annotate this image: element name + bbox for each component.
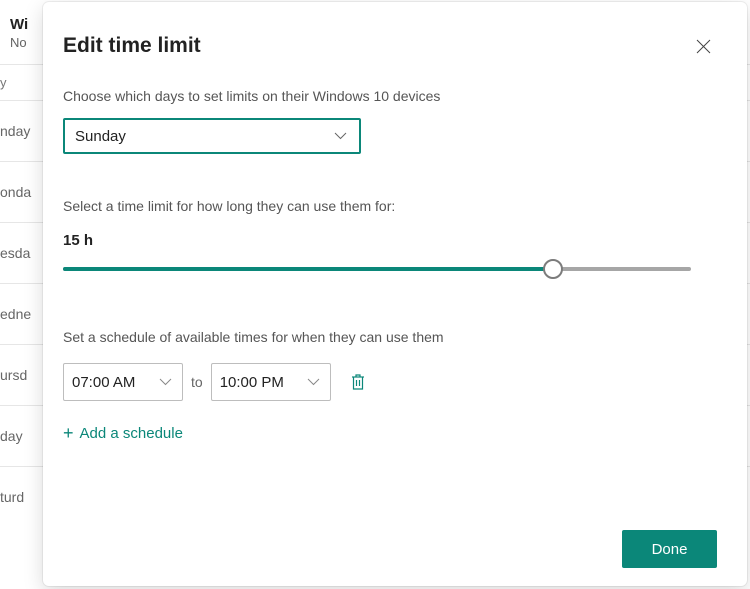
- slider-fill: [63, 267, 553, 271]
- trash-icon: [350, 373, 366, 391]
- chevron-down-icon: [334, 127, 347, 145]
- days-description: Choose which days to set limits on their…: [63, 88, 717, 104]
- hours-value: 15 h: [63, 232, 717, 249]
- schedule-row: 07:00 AM to 10:00 PM: [63, 363, 717, 401]
- day-select-value: Sunday: [75, 128, 126, 145]
- delete-schedule-button[interactable]: [343, 367, 373, 397]
- edit-time-limit-modal: Edit time limit Choose which days to set…: [43, 2, 747, 586]
- slider-thumb[interactable]: [543, 259, 563, 279]
- schedule-to-select[interactable]: 10:00 PM: [211, 363, 331, 401]
- close-button[interactable]: [689, 32, 717, 60]
- time-limit-description: Select a time limit for how long they ca…: [63, 198, 717, 214]
- chevron-down-icon: [159, 373, 172, 391]
- close-icon: [696, 39, 711, 54]
- schedule-description: Set a schedule of available times for wh…: [63, 329, 717, 345]
- to-label: to: [191, 374, 203, 390]
- time-limit-slider[interactable]: [63, 259, 691, 279]
- schedule-from-select[interactable]: 07:00 AM: [63, 363, 183, 401]
- done-button[interactable]: Done: [622, 530, 717, 568]
- schedule-from-value: 07:00 AM: [72, 374, 135, 391]
- add-schedule-label: Add a schedule: [80, 425, 183, 442]
- day-select[interactable]: Sunday: [63, 118, 361, 154]
- schedule-to-value: 10:00 PM: [220, 374, 284, 391]
- plus-icon: +: [63, 423, 74, 444]
- add-schedule-button[interactable]: + Add a schedule: [63, 423, 717, 444]
- modal-title: Edit time limit: [63, 34, 201, 58]
- chevron-down-icon: [307, 373, 320, 391]
